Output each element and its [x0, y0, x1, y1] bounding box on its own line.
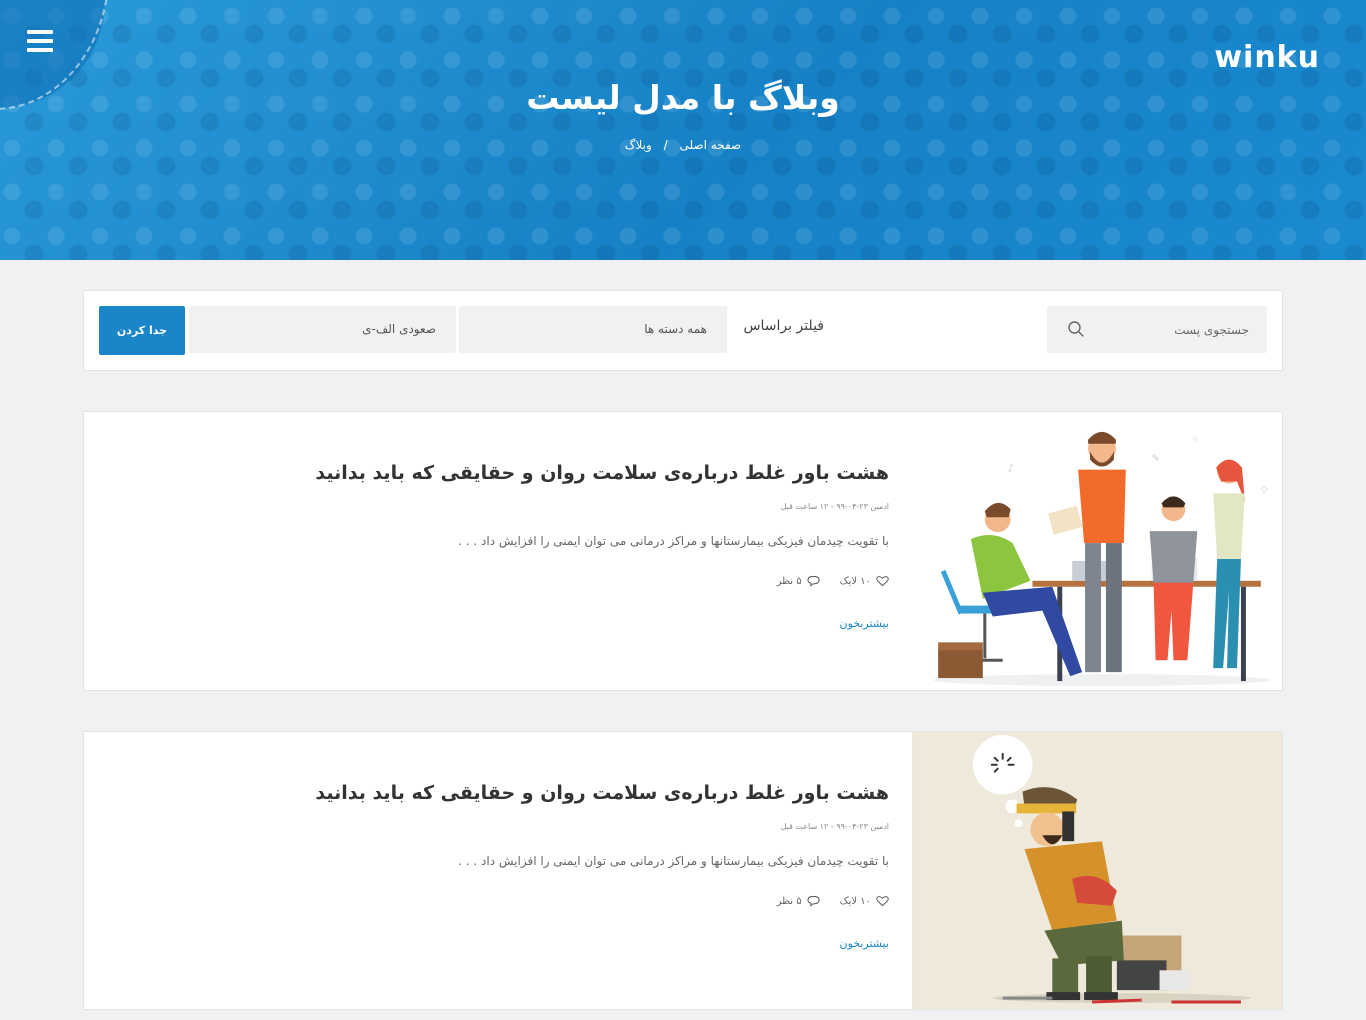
comment-count: ۵ نظر [776, 895, 802, 907]
post-stats: ۱۰ لایک ۵ نظر [777, 895, 889, 907]
comment-icon [807, 895, 820, 907]
filter-label: فیلتر براساس [743, 318, 824, 334]
post-title[interactable]: هشت باور غلط درباره‌ی سلامت روان و حقایق… [315, 782, 889, 804]
heart-icon [876, 576, 889, 587]
read-more-link[interactable]: بیشتربخون [839, 617, 889, 630]
breadcrumb-separator: / [663, 138, 668, 152]
post-image[interactable]: ♪ ✎ ☆ ◇ [912, 412, 1282, 690]
like-count: ۱۰ لایک [839, 895, 871, 907]
post-card: ♪ ✎ ☆ ◇ هشت باور غلط درباره‌ی سلامت روان… [83, 411, 1283, 691]
hamburger-menu-icon[interactable] [27, 30, 53, 52]
read-more-link[interactable]: بیشتربخون [839, 937, 889, 950]
logo[interactable]: winku [1214, 40, 1320, 75]
post-excerpt: با تقویت چیدمان فیزیکی بیمارستانها و مرا… [458, 534, 889, 548]
svg-text:♪: ♪ [1008, 464, 1014, 475]
page-header: winku وبلاگ با مدل لیست صفحه اصلی / وبلا… [0, 0, 1366, 260]
search-input[interactable] [1097, 306, 1267, 353]
post-card: هشت باور غلط درباره‌ی سلامت روان و حقایق… [83, 731, 1283, 1010]
svg-text:✎: ✎ [1152, 454, 1160, 465]
post-excerpt: با تقویت چیدمان فیزیکی بیمارستانها و مرا… [458, 854, 889, 868]
breadcrumb-home[interactable]: صفحه اصلی [679, 138, 741, 152]
search-icon[interactable] [1067, 320, 1085, 338]
comment-count: ۵ نظر [776, 575, 802, 587]
post-image[interactable] [912, 732, 1282, 1009]
post-meta: ادمین ۲۳-۰۴-۹۹ - ۱۲ ساعت قبل [780, 502, 889, 511]
order-select[interactable]: صعودی الف-ی [189, 306, 456, 353]
heart-icon [876, 896, 889, 907]
like-button[interactable]: ۱۰ لایک [840, 575, 889, 587]
post-meta: ادمین ۲۳-۰۴-۹۹ - ۱۲ ساعت قبل [780, 822, 889, 831]
like-count: ۱۰ لایک [839, 575, 871, 587]
comment-button[interactable]: ۵ نظر [777, 575, 820, 587]
comment-icon [807, 575, 820, 587]
breadcrumb: صفحه اصلی / وبلاگ [0, 138, 1366, 152]
comment-button[interactable]: ۵ نظر [777, 895, 820, 907]
like-button[interactable]: ۱۰ لایک [840, 895, 889, 907]
breadcrumb-current[interactable]: وبلاگ [625, 138, 652, 152]
post-title[interactable]: هشت باور غلط درباره‌ی سلامت روان و حقایق… [315, 462, 889, 484]
svg-text:◇: ◇ [1261, 484, 1268, 494]
apply-filter-button[interactable]: جدا کردن [99, 306, 185, 355]
post-stats: ۱۰ لایک ۵ نظر [777, 575, 889, 587]
page-title: وبلاگ با مدل لیست [526, 78, 840, 117]
search-box [1047, 306, 1267, 353]
category-select[interactable]: همه دسته ها [459, 306, 727, 353]
svg-text:☆: ☆ [1191, 435, 1199, 445]
filter-bar: فیلتر براساس همه دسته ها صعودی الف-ی جدا… [83, 290, 1283, 371]
